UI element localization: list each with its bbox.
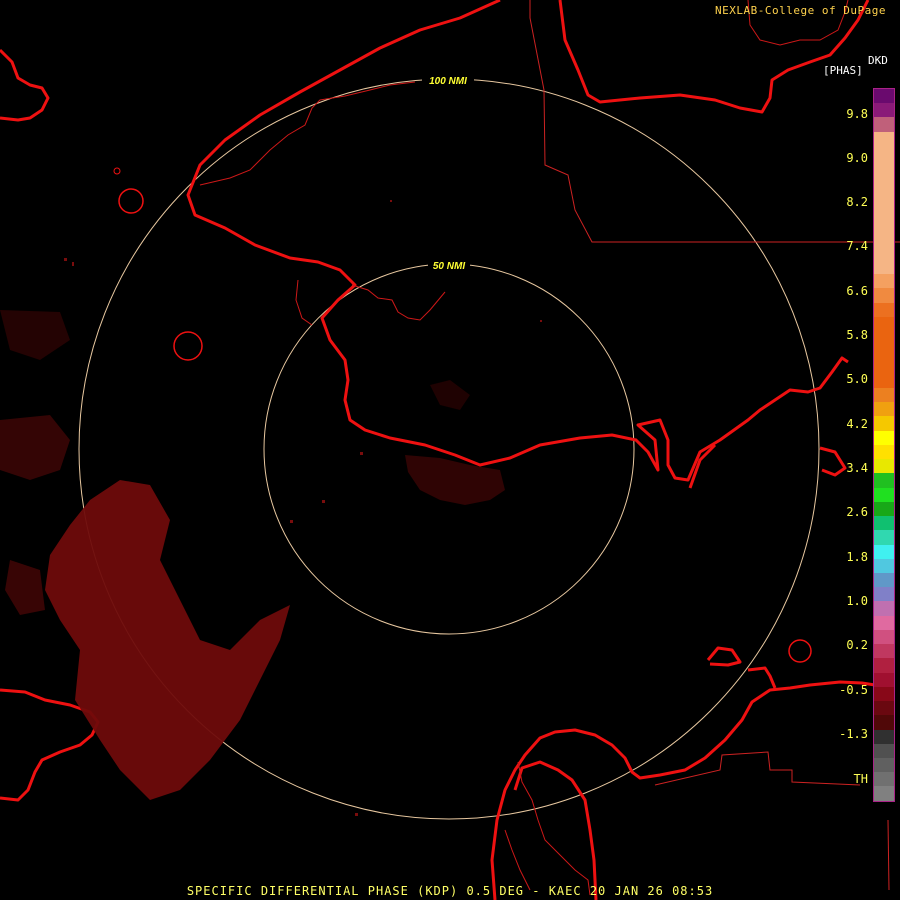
color-scale	[873, 88, 895, 802]
color-scale-swatch	[874, 274, 894, 289]
color-scale-swatch	[874, 245, 894, 260]
inland-lake	[118, 188, 144, 214]
color-scale-swatch	[874, 145, 894, 161]
color-scale-swatch	[874, 729, 894, 744]
color-scale-swatch	[874, 758, 894, 773]
range-ring-label-50: 50 NMI	[433, 261, 465, 272]
color-scale-tick-label: 7.4	[846, 239, 868, 253]
color-scale-swatch	[874, 117, 894, 132]
color-scale-tick-label: 6.6	[846, 284, 868, 298]
color-scale-swatch	[874, 686, 894, 702]
color-scale-swatch	[874, 430, 894, 445]
color-scale-swatch	[874, 615, 894, 630]
color-scale-swatch	[874, 487, 894, 502]
color-scale-swatch	[874, 131, 894, 146]
color-scale-swatch	[874, 217, 894, 232]
color-scale-tick-label: 9.0	[846, 151, 868, 165]
legend-unit-label: [PHAS]	[823, 64, 863, 77]
coastline-detail	[199, 0, 849, 896]
color-scale-tick-label: 9.8	[846, 107, 868, 121]
color-scale-tick-label: 2.6	[846, 505, 868, 519]
color-scale-swatch	[874, 316, 894, 331]
color-scale-tick-label: 3.4	[846, 461, 868, 475]
color-scale-swatch	[874, 231, 894, 246]
color-scale-swatch	[874, 330, 894, 346]
color-scale-swatch	[874, 715, 894, 730]
color-scale-tick-label: 5.8	[846, 328, 868, 342]
color-scale-swatch	[874, 188, 894, 203]
color-scale-swatch	[874, 373, 894, 388]
color-scale-tick-label: 4.2	[846, 417, 868, 431]
color-scale-swatch	[874, 288, 894, 303]
color-scale-tick-label: -1.3	[839, 727, 868, 741]
legend-unit-top: DKD	[868, 54, 888, 67]
color-scale-swatch	[874, 259, 894, 275]
color-scale-swatch	[874, 473, 894, 488]
color-scale-tick-label: 1.0	[846, 594, 868, 608]
color-scale-swatch	[874, 444, 894, 460]
color-scale-swatch	[874, 601, 894, 616]
color-scale-swatch	[874, 629, 894, 645]
color-scale-swatch	[874, 572, 894, 588]
color-scale-tick-label: 5.0	[846, 372, 868, 386]
credit-label: NEXLAB-College of DuPage	[715, 4, 886, 17]
color-scale-swatch	[874, 459, 894, 474]
color-scale-swatch	[874, 160, 894, 175]
color-scale-swatch	[874, 89, 894, 104]
color-scale-swatch	[874, 786, 894, 801]
color-scale-swatch	[874, 644, 894, 659]
color-scale-swatch	[874, 202, 894, 218]
kdp-returns	[0, 310, 505, 800]
product-caption: SPECIFIC DIFFERENTIAL PHASE (KDP) 0.5 DE…	[186, 884, 714, 898]
color-scale-swatch	[874, 302, 894, 317]
color-scale-swatch	[874, 558, 894, 573]
color-scale-swatch	[874, 174, 894, 189]
color-scale-swatch	[874, 544, 894, 559]
color-scale-tick-label: 8.2	[846, 195, 868, 209]
color-scale-swatch	[874, 359, 894, 374]
color-scale-swatch	[874, 701, 894, 716]
color-scale-swatch	[874, 501, 894, 517]
color-scale-swatch	[874, 658, 894, 673]
color-scale-swatch	[874, 387, 894, 403]
color-scale-swatch	[874, 743, 894, 759]
color-scale-swatch	[874, 587, 894, 602]
color-scale-tick-label: TH	[853, 772, 868, 786]
inland-lake	[788, 639, 812, 663]
radar-map: 100 NMI 50 NMI	[0, 0, 900, 900]
color-scale-swatch	[874, 530, 894, 545]
inland-lake	[113, 167, 121, 175]
color-scale-tick-label: -0.5	[839, 683, 868, 697]
color-scale-tick-label: 1.8	[846, 550, 868, 564]
color-scale-swatch	[874, 402, 894, 417]
inland-lake	[173, 331, 203, 361]
range-ring-50	[263, 263, 635, 635]
color-scale-tick-label: 0.2	[846, 638, 868, 652]
color-scale-swatch	[874, 516, 894, 531]
color-scale-swatch	[874, 416, 894, 431]
color-scale-swatch	[874, 345, 894, 360]
range-ring-label-100: 100 NMI	[429, 76, 467, 87]
color-scale-swatch	[874, 103, 894, 118]
color-scale-swatch	[874, 772, 894, 787]
color-scale-swatch	[874, 672, 894, 687]
